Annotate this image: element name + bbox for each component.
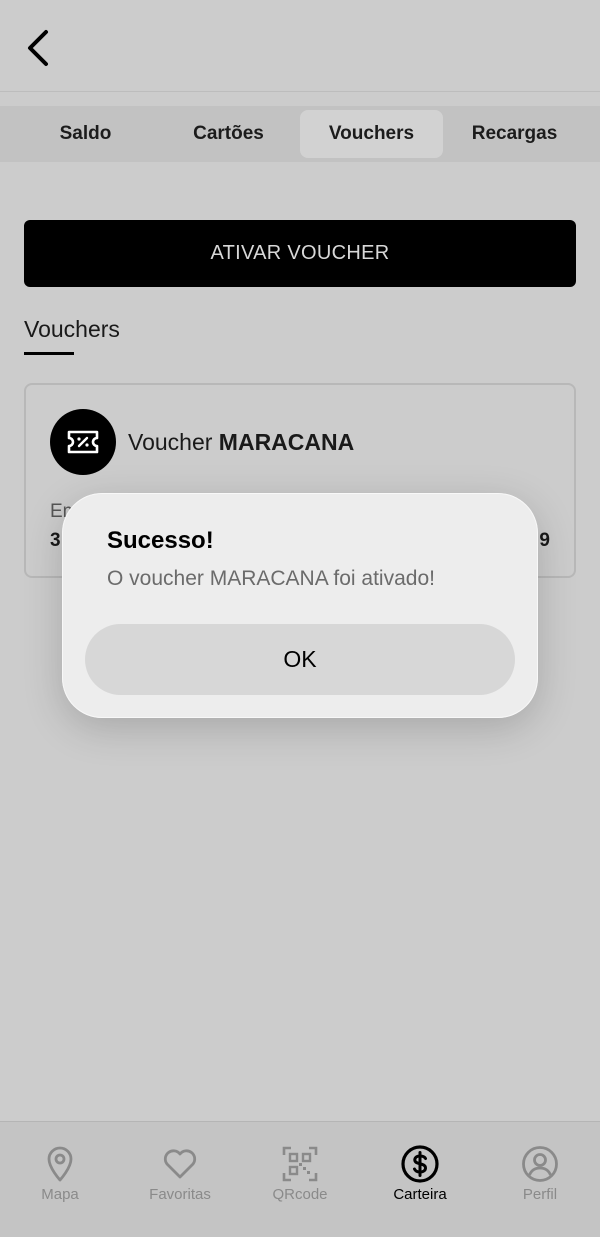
voucher-name: MARACANA <box>218 429 355 455</box>
voucher-title: Voucher MARACANA <box>128 429 354 456</box>
nav-item-favoritas[interactable]: Favoritas <box>120 1122 240 1237</box>
voucher-prefix: Voucher <box>128 429 213 455</box>
section-title: Vouchers <box>24 316 120 342</box>
voucher-left-value: 3 <box>50 530 61 551</box>
tab-cartoes[interactable]: Cartões <box>157 110 300 158</box>
alert-message: O voucher MARACANA foi ativado! <box>107 567 435 590</box>
chevron-left-icon <box>28 30 48 66</box>
ticket-percent-icon <box>50 409 116 475</box>
nav-label-carteira: Carteira <box>393 1186 447 1203</box>
wallet-tabs: Saldo Cartões Vouchers Recargas <box>0 106 600 162</box>
success-alert: Sucesso! O voucher MARACANA foi ativado!… <box>62 493 538 718</box>
nav-label-qrcode: QRcode <box>272 1186 328 1203</box>
nav-item-mapa[interactable]: Mapa <box>0 1122 120 1237</box>
bottom-nav: Mapa Favoritas QRcode Carteira Perfil <box>0 1121 600 1237</box>
activate-voucher-button[interactable]: ATIVAR VOUCHER <box>24 220 576 287</box>
dollar-circle-icon <box>401 1145 439 1183</box>
tab-vouchers[interactable]: Vouchers <box>300 110 443 158</box>
nav-item-qrcode[interactable]: QRcode <box>240 1122 360 1237</box>
nav-label-perfil: Perfil <box>522 1186 558 1203</box>
section-underline <box>24 352 74 355</box>
nav-label-favoritas: Favoritas <box>149 1186 211 1203</box>
alert-title: Sucesso! <box>107 527 214 554</box>
heart-icon <box>163 1149 197 1179</box>
user-circle-icon <box>522 1146 558 1182</box>
nav-label-mapa: Mapa <box>41 1186 79 1203</box>
qrcode-icon <box>282 1146 318 1182</box>
alert-ok-button[interactable]: OK <box>85 624 515 695</box>
map-pin-icon <box>47 1146 73 1182</box>
back-button[interactable] <box>18 26 58 70</box>
nav-item-perfil[interactable]: Perfil <box>480 1122 600 1237</box>
voucher-right-value: 9 <box>539 530 550 551</box>
tab-recargas[interactable]: Recargas <box>443 110 586 158</box>
tab-saldo[interactable]: Saldo <box>14 110 157 158</box>
header <box>0 0 600 92</box>
nav-item-carteira[interactable]: Carteira <box>360 1122 480 1237</box>
